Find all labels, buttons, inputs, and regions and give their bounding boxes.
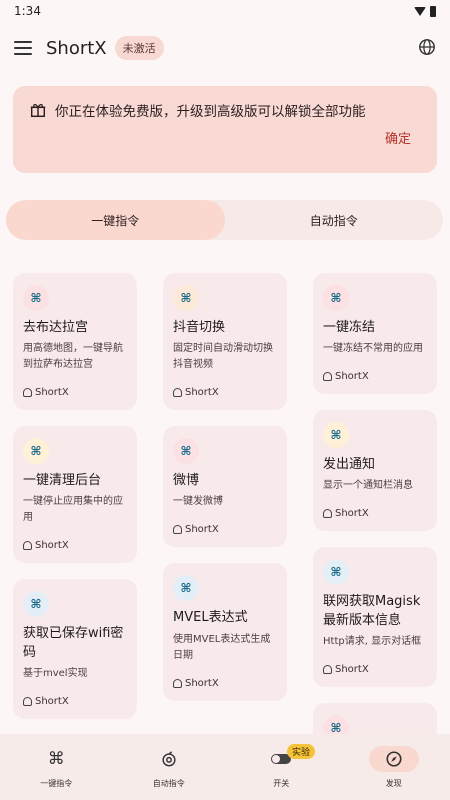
command-card[interactable]: ⌘ 一键清理后台 一键停止应用集中的应用 ShortX — [13, 426, 137, 564]
grid-column: ⌘ 一键冻结 一键冻结不常用的应用 ShortX ⌘ 发出通知 显示一个通知栏消… — [313, 273, 437, 735]
tab-auto[interactable]: 自动指令 — [225, 200, 444, 240]
card-author: ShortX — [23, 540, 127, 551]
person-icon — [323, 372, 332, 382]
card-title: 一键冻结 — [323, 320, 376, 335]
command-card[interactable]: ⌘ 联网获取Magisk最新版本信息 Http请求, 显示对话框 ShortX — [313, 547, 437, 687]
card-title: MVEL表达式 — [173, 610, 248, 626]
bottom-navigation: ⌘ 一键指令 自动指令 实验 开关 发现 — [0, 734, 450, 800]
person-icon — [23, 388, 32, 398]
command-card[interactable]: ⌘ 发出通知 显示一个通知栏消息 ShortX — [313, 410, 437, 532]
person-icon — [323, 509, 332, 519]
card-desc: 一键停止应用集中的应用 — [23, 496, 123, 524]
card-title: 去布达拉宫 — [23, 320, 89, 335]
auto-icon — [144, 746, 194, 772]
person-icon — [23, 541, 32, 551]
card-title: 联网获取Magisk最新版本信息 — [323, 594, 421, 628]
card-author: ShortX — [323, 508, 427, 519]
command-icon: ⌘ — [323, 285, 349, 311]
command-card[interactable]: ⌘ 去布达拉宫 用高德地图，一键导航到拉萨布达拉宫 ShortX — [13, 273, 137, 411]
segment-control: 一键指令 自动指令 — [6, 200, 443, 240]
person-icon — [23, 696, 32, 706]
status-time: 1:34 — [14, 4, 41, 18]
menu-icon[interactable] — [14, 41, 32, 55]
card-title: 发出通知 — [323, 457, 376, 473]
battery-icon — [430, 5, 436, 17]
compass-icon — [368, 745, 419, 772]
status-icons — [414, 5, 436, 17]
card-title: 获取已保存wifi密码 — [23, 626, 124, 660]
tab-one-click[interactable]: 一键指令 — [6, 200, 225, 240]
card-desc: 使用MVEL表达式生成日期 — [173, 633, 271, 661]
card-desc: 显示一个通知栏消息 — [323, 480, 413, 492]
person-icon — [173, 388, 182, 398]
notice-text: 你正在体验免费版，升级到高级版可以解锁全部功能 — [55, 104, 366, 120]
card-author: ShortX — [323, 664, 427, 675]
command-grid: ⌘ 去布达拉宫 用高德地图，一键导航到拉萨布达拉宫 ShortX ⌘ 一键清理后… — [13, 273, 437, 735]
card-author: ShortX — [173, 678, 277, 689]
command-icon: ⌘ — [23, 285, 49, 311]
person-icon — [323, 664, 332, 674]
command-icon: ⌘ — [323, 714, 349, 735]
command-icon: ⌘ — [23, 591, 49, 618]
nav-label: 发现 — [385, 778, 402, 788]
card-title: 抖音切换 — [173, 320, 226, 335]
command-icon: ⌘ — [323, 559, 349, 586]
card-title: 微博 — [173, 473, 200, 489]
card-author: ShortX — [173, 387, 277, 398]
command-icon: ⌘ — [173, 285, 199, 311]
card-author: ShortX — [23, 696, 127, 707]
person-icon — [173, 525, 182, 535]
command-icon: ⌘ — [173, 575, 199, 602]
card-desc: Http请求, 显示对话框 — [323, 635, 422, 647]
command-card[interactable]: ⌘ 抖音切换 固定时间自动滑动切换抖音视频 ShortX — [163, 273, 287, 411]
card-title: 一键清理后台 — [23, 473, 102, 489]
globe-icon[interactable] — [418, 38, 436, 56]
card-author: ShortX — [323, 371, 427, 382]
card-desc: 固定时间自动滑动切换抖音视频 — [173, 343, 273, 371]
command-icon: ⌘ — [23, 438, 49, 465]
card-desc: 基于mvel实现 — [23, 667, 88, 679]
nav-label: 开关 — [273, 778, 290, 788]
command-icon: ⌘ — [173, 438, 199, 465]
status-bar: 1:34 — [0, 0, 450, 22]
grid-column: ⌘ 抖音切换 固定时间自动滑动切换抖音视频 ShortX ⌘ 微博 一键发微博 … — [163, 273, 287, 735]
card-desc: 一键发微博 — [173, 496, 223, 508]
command-card[interactable]: ⌘ 一键冻结 一键冻结不常用的应用 ShortX — [313, 273, 437, 395]
app-title: ShortX — [46, 37, 107, 59]
app-bar: ShortX 未激活 — [0, 26, 450, 70]
card-desc: 用高德地图，一键导航到拉萨布达拉宫 — [23, 343, 123, 371]
card-author: ShortX — [23, 387, 127, 398]
command-card[interactable]: ⌘ 微博 一键发微博 ShortX — [163, 426, 287, 548]
nav-label: 自动指令 — [152, 778, 185, 788]
command-icon: ⌘ — [323, 422, 349, 449]
activation-badge[interactable]: 未激活 — [114, 36, 164, 60]
command-card[interactable]: ⌘ 获取已保存wifi密码 基于mvel实现 ShortX — [13, 579, 137, 719]
gift-icon — [30, 103, 46, 118]
nav-label: 一键指令 — [40, 778, 73, 788]
confirm-button[interactable]: 确定 — [385, 128, 411, 147]
trial-notice: 你正在体验免费版，升级到高级版可以解锁全部功能 确定 — [13, 86, 437, 173]
command-icon: ⌘ — [47, 748, 65, 769]
person-icon — [173, 678, 182, 688]
nav-switch[interactable]: 实验 开关 — [225, 734, 338, 800]
experimental-badge: 实验 — [287, 744, 316, 759]
nav-one-click[interactable]: ⌘ 一键指令 — [0, 734, 113, 800]
nav-auto[interactable]: 自动指令 — [113, 734, 226, 800]
wifi-icon — [414, 6, 426, 16]
grid-column: ⌘ 去布达拉宫 用高德地图，一键导航到拉萨布达拉宫 ShortX ⌘ 一键清理后… — [13, 273, 137, 735]
nav-discover[interactable]: 发现 — [338, 734, 450, 800]
command-card[interactable]: ⌘ MVEL表达式 使用MVEL表达式生成日期 ShortX — [163, 563, 287, 701]
card-author: ShortX — [173, 524, 277, 535]
card-desc: 一键冻结不常用的应用 — [323, 343, 423, 355]
command-card[interactable]: ⌘ — [313, 702, 437, 735]
